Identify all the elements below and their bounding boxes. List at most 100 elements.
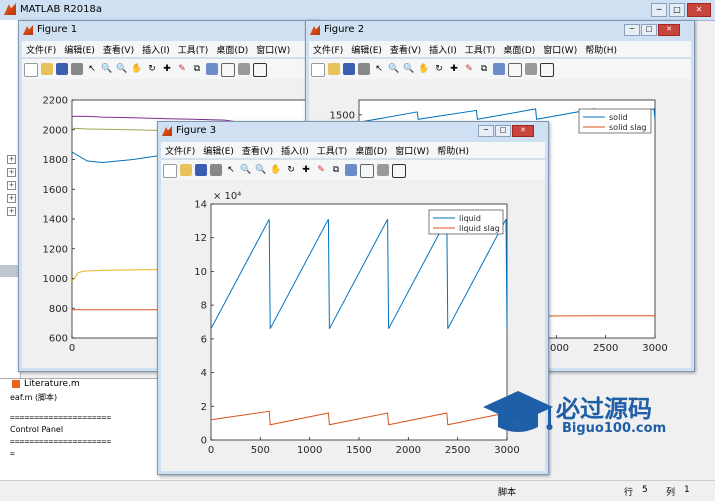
new-file-icon[interactable] <box>311 63 325 77</box>
y-tick-label: 10 <box>194 267 207 278</box>
menu-view[interactable]: 查看(V) <box>99 41 138 58</box>
menu-tools[interactable]: 工具(T) <box>313 142 352 159</box>
close-button[interactable]: ✕ <box>687 3 711 17</box>
zoom-in-icon[interactable]: 🔍 <box>240 164 252 176</box>
maximize-button[interactable]: □ <box>669 3 685 17</box>
colorbar-icon[interactable] <box>493 63 505 75</box>
menu-window[interactable]: 窗口(W) <box>539 41 581 58</box>
script-tab[interactable]: eaf.m (脚本) <box>10 392 57 403</box>
close-button[interactable]: ✕ <box>658 24 680 36</box>
expand-icon[interactable]: + <box>7 168 16 177</box>
rotate-icon[interactable]: ↻ <box>146 63 158 75</box>
minimize-button[interactable]: ─ <box>651 3 667 17</box>
open-folder-icon[interactable] <box>41 63 53 75</box>
menu-help[interactable]: 帮助(H) <box>581 41 621 58</box>
link-icon[interactable]: ⧉ <box>191 63 203 75</box>
figure-1-titlebar[interactable]: Figure 1 <box>19 21 319 39</box>
menu-tools[interactable]: 工具(T) <box>174 41 213 58</box>
legend-icon[interactable] <box>360 164 374 178</box>
zoom-out-icon[interactable]: 🔍 <box>255 164 267 176</box>
save-icon[interactable] <box>56 63 68 75</box>
data-cursor-icon[interactable]: ✚ <box>161 63 173 75</box>
menu-insert[interactable]: 插入(I) <box>425 41 461 58</box>
hide-tools-icon[interactable] <box>377 164 389 176</box>
figure-3-legend[interactable]: liquid liquid slag <box>428 209 504 235</box>
menu-view[interactable]: 查看(V) <box>238 142 277 159</box>
new-file-icon[interactable] <box>24 63 38 77</box>
menu-edit[interactable]: 编辑(E) <box>60 41 99 58</box>
menu-window[interactable]: 窗口(W) <box>391 142 433 159</box>
colorbar-icon[interactable] <box>345 164 357 176</box>
expand-icon[interactable]: + <box>7 194 16 203</box>
menu-file[interactable]: 文件(F) <box>161 142 199 159</box>
menu-tools[interactable]: 工具(T) <box>461 41 500 58</box>
y-tick-label: 1500 <box>330 110 355 121</box>
menu-edit[interactable]: 编辑(E) <box>199 142 238 159</box>
menu-edit[interactable]: 编辑(E) <box>347 41 386 58</box>
brush-icon[interactable]: ✎ <box>315 164 327 176</box>
save-icon[interactable] <box>195 164 207 176</box>
menu-file[interactable]: 文件(F) <box>22 41 60 58</box>
zoom-in-icon[interactable]: 🔍 <box>101 63 113 75</box>
menu-window[interactable]: 窗口(W) <box>252 41 294 58</box>
hide-tools-icon[interactable] <box>525 63 537 75</box>
y-tick-label: 1000 <box>43 274 68 285</box>
data-cursor-icon[interactable]: ✚ <box>448 63 460 75</box>
data-cursor-icon[interactable]: ✚ <box>300 164 312 176</box>
pan-hand-icon[interactable]: ✋ <box>418 63 430 75</box>
pointer-icon[interactable]: ↖ <box>373 63 385 75</box>
legend-icon[interactable] <box>221 63 235 77</box>
print-icon[interactable] <box>71 63 83 75</box>
menu-help[interactable]: 帮助(H) <box>433 142 473 159</box>
new-file-icon[interactable] <box>163 164 177 178</box>
scrollbar[interactable] <box>0 265 20 277</box>
menu-insert[interactable]: 插入(I) <box>138 41 174 58</box>
show-tools-icon[interactable] <box>540 63 554 77</box>
menu-desktop[interactable]: 桌面(D) <box>351 142 391 159</box>
watermark-cn: 必过源码 <box>556 395 652 423</box>
menu-insert[interactable]: 插入(I) <box>277 142 313 159</box>
pointer-icon[interactable]: ↖ <box>86 63 98 75</box>
zoom-out-icon[interactable]: 🔍 <box>403 63 415 75</box>
command-window[interactable]: Literature.m eaf.m (脚本) ================… <box>0 378 160 481</box>
link-icon[interactable]: ⧉ <box>330 164 342 176</box>
menu-desktop[interactable]: 桌面(D) <box>212 41 252 58</box>
save-icon[interactable] <box>343 63 355 75</box>
open-folder-icon[interactable] <box>328 63 340 75</box>
file-literature[interactable]: Literature.m <box>12 379 132 391</box>
rotate-icon[interactable]: ↻ <box>285 164 297 176</box>
brush-icon[interactable]: ✎ <box>176 63 188 75</box>
rotate-icon[interactable]: ↻ <box>433 63 445 75</box>
y-tick-label: 8 <box>201 301 207 312</box>
expand-icon[interactable]: + <box>7 181 16 190</box>
brush-icon[interactable]: ✎ <box>463 63 475 75</box>
minimize-button[interactable]: ─ <box>478 125 494 137</box>
pan-hand-icon[interactable]: ✋ <box>131 63 143 75</box>
colorbar-icon[interactable] <box>206 63 218 75</box>
hide-tools-icon[interactable] <box>238 63 250 75</box>
figure-2-legend[interactable]: solid solid slag <box>578 108 652 134</box>
menu-file[interactable]: 文件(F) <box>309 41 347 58</box>
link-icon[interactable]: ⧉ <box>478 63 490 75</box>
expand-icon[interactable]: + <box>7 207 16 216</box>
pan-hand-icon[interactable]: ✋ <box>270 164 282 176</box>
expand-icon[interactable]: + <box>7 155 16 164</box>
maximize-button[interactable]: □ <box>495 125 511 137</box>
open-folder-icon[interactable] <box>180 164 192 176</box>
zoom-in-icon[interactable]: 🔍 <box>388 63 400 75</box>
minimize-button[interactable]: ─ <box>624 24 640 36</box>
maximize-button[interactable]: □ <box>641 24 657 36</box>
print-icon[interactable] <box>210 164 222 176</box>
pointer-icon[interactable]: ↖ <box>225 164 237 176</box>
show-tools-icon[interactable] <box>253 63 267 77</box>
zoom-out-icon[interactable]: 🔍 <box>116 63 128 75</box>
close-button[interactable]: ✕ <box>512 125 534 137</box>
menu-desktop[interactable]: 桌面(D) <box>499 41 539 58</box>
prompt-text[interactable]: = <box>10 449 15 458</box>
figure-2-titlebar[interactable]: Figure 2 ─ □ ✕ <box>306 21 694 39</box>
legend-icon[interactable] <box>508 63 522 77</box>
print-icon[interactable] <box>358 63 370 75</box>
figure-3-titlebar[interactable]: Figure 3 ─ □ ✕ <box>158 122 548 140</box>
menu-view[interactable]: 查看(V) <box>386 41 425 58</box>
show-tools-icon[interactable] <box>392 164 406 178</box>
